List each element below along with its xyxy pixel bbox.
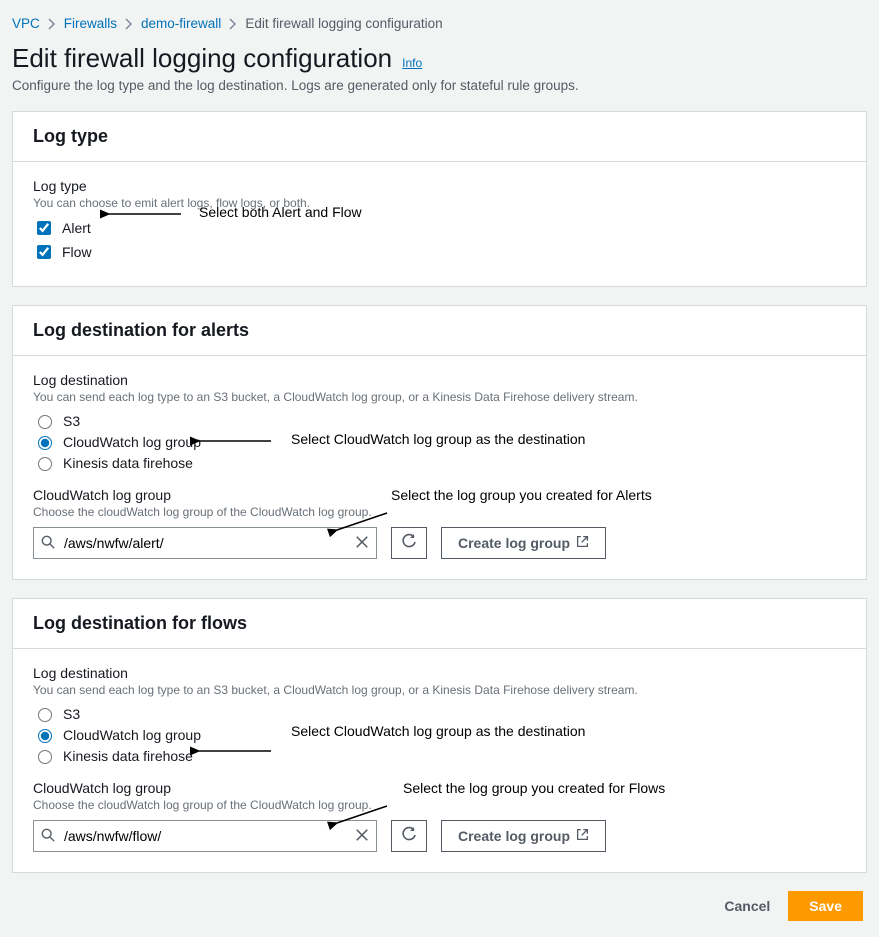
alerts-dest-desc: You can send each log type to an S3 buck…	[33, 390, 846, 404]
radio-flows-kdf-input[interactable]	[38, 750, 52, 764]
flows-panel: Log destination for flows Log destinatio…	[12, 598, 867, 873]
breadcrumb-vpc[interactable]: VPC	[12, 16, 40, 31]
page-title-text: Edit firewall logging configuration	[12, 43, 392, 74]
arrow-icon	[193, 433, 273, 449]
radio-flows-s3-input[interactable]	[38, 708, 52, 722]
close-icon[interactable]	[355, 828, 369, 842]
arrow-icon	[331, 511, 391, 533]
radio-alerts-cw-input[interactable]	[38, 436, 52, 450]
annotation-alerts-dest: Select CloudWatch log group as the desti…	[291, 431, 585, 447]
create-log-group-label: Create log group	[458, 535, 570, 551]
search-icon	[41, 535, 55, 549]
radio-flows-cw-label: CloudWatch log group	[63, 727, 201, 743]
refresh-button[interactable]	[391, 820, 427, 852]
external-link-icon	[576, 828, 589, 844]
page-title: Edit firewall logging configuration Info	[12, 43, 867, 74]
radio-alerts-kdf-input[interactable]	[38, 457, 52, 471]
flows-log-group-search[interactable]	[33, 820, 377, 852]
alerts-dest-label: Log destination	[33, 372, 846, 388]
refresh-button[interactable]	[391, 527, 427, 559]
breadcrumb-firewalls[interactable]: Firewalls	[64, 16, 117, 31]
flows-dest-desc: You can send each log type to an S3 buck…	[33, 683, 846, 697]
checkbox-flow-input[interactable]	[37, 245, 51, 259]
create-log-group-button[interactable]: Create log group	[441, 820, 606, 852]
radio-flows-s3[interactable]: S3	[33, 705, 846, 722]
search-icon	[41, 828, 55, 842]
checkbox-alert-input[interactable]	[37, 221, 51, 235]
radio-alerts-cw-label: CloudWatch log group	[63, 434, 201, 450]
log-type-header: Log type	[13, 112, 866, 162]
annotation-flows-dest: Select CloudWatch log group as the desti…	[291, 723, 585, 739]
save-button[interactable]: Save	[788, 891, 863, 921]
checkbox-flow-label: Flow	[62, 244, 92, 260]
log-type-label: Log type	[33, 178, 846, 194]
chevron-right-icon	[48, 18, 56, 30]
alerts-cw-desc: Choose the cloudWatch log group of the C…	[33, 505, 846, 519]
flows-cw-desc: Choose the cloudWatch log group of the C…	[33, 798, 846, 812]
flows-dest-label: Log destination	[33, 665, 846, 681]
radio-alerts-s3[interactable]: S3	[33, 412, 846, 429]
arrow-icon	[331, 804, 391, 826]
chevron-right-icon	[229, 18, 237, 30]
close-icon[interactable]	[355, 535, 369, 549]
radio-flows-cw-input[interactable]	[38, 729, 52, 743]
annotation-flows-cw: Select the log group you created for Flo…	[403, 780, 665, 796]
chevron-right-icon	[125, 18, 133, 30]
cancel-button[interactable]: Cancel	[718, 897, 776, 915]
annotation-log-type: Select both Alert and Flow	[199, 204, 362, 220]
alerts-header: Log destination for alerts	[13, 306, 866, 356]
annotation-alerts-cw: Select the log group you created for Ale…	[391, 487, 652, 503]
breadcrumb: VPC Firewalls demo-firewall Edit firewal…	[12, 16, 867, 31]
arrow-icon	[103, 206, 183, 222]
breadcrumb-demo-firewall[interactable]: demo-firewall	[141, 16, 221, 31]
checkbox-flow[interactable]: Flow	[33, 242, 846, 262]
flows-header: Log destination for flows	[13, 599, 866, 649]
external-link-icon	[576, 535, 589, 551]
alerts-log-group-input[interactable]	[33, 527, 377, 559]
refresh-icon	[401, 534, 417, 553]
arrow-icon	[193, 743, 273, 759]
refresh-icon	[401, 827, 417, 846]
page-subtitle: Configure the log type and the log desti…	[12, 78, 867, 93]
radio-flows-kdf-label: Kinesis data firehose	[63, 748, 193, 764]
checkbox-alert-label: Alert	[62, 220, 91, 236]
info-link[interactable]: Info	[402, 56, 422, 70]
alerts-log-group-search[interactable]	[33, 527, 377, 559]
create-log-group-label: Create log group	[458, 828, 570, 844]
alerts-panel: Log destination for alerts Log destinati…	[12, 305, 867, 580]
radio-alerts-kdf[interactable]: Kinesis data firehose	[33, 454, 846, 471]
radio-flows-kdf[interactable]: Kinesis data firehose	[33, 747, 846, 764]
radio-alerts-s3-input[interactable]	[38, 415, 52, 429]
radio-alerts-s3-label: S3	[63, 413, 80, 429]
radio-flows-s3-label: S3	[63, 706, 80, 722]
log-type-panel: Log type Log type You can choose to emit…	[12, 111, 867, 287]
footer-actions: Cancel Save	[12, 891, 863, 921]
create-log-group-button[interactable]: Create log group	[441, 527, 606, 559]
radio-alerts-kdf-label: Kinesis data firehose	[63, 455, 193, 471]
flows-log-group-input[interactable]	[33, 820, 377, 852]
breadcrumb-current: Edit firewall logging configuration	[245, 16, 442, 31]
